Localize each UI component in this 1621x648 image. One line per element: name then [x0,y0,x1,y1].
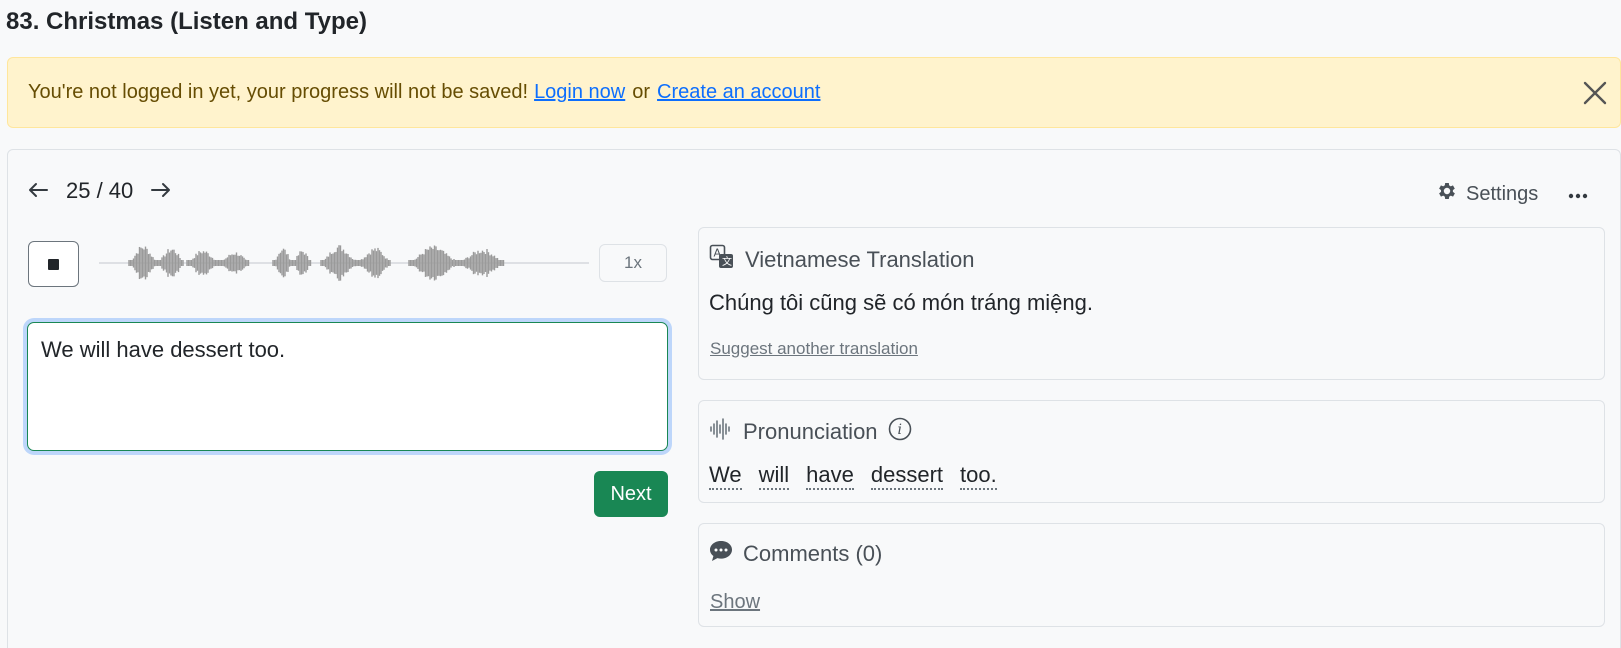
answer-input[interactable]: We will have dessert too. [27,322,668,451]
chat-icon [709,540,733,568]
audio-waveform[interactable] [99,228,589,298]
svg-text:文: 文 [722,255,732,268]
translation-text: Chúng tôi cũng sẽ có món tráng miệng. [709,290,1094,315]
translation-header: A 文 Vietnamese Translation [709,244,975,276]
page-title: 83. Christmas (Listen and Type) [6,8,367,35]
suggest-translation-link[interactable]: Suggest another translation [710,339,918,359]
translation-title: Vietnamese Translation [745,247,975,272]
arrow-left-icon[interactable] [28,178,48,204]
comments-panel: Comments (0) Show [698,523,1605,627]
translate-icon: A 文 [709,244,735,276]
playback-speed-button[interactable]: 1x [599,244,667,282]
info-icon[interactable]: i [888,417,912,447]
comments-header: Comments (0) [709,540,882,568]
exercise-position: 25 / 40 [66,178,134,203]
alert-separator: or [632,81,651,103]
stop-icon [48,258,59,270]
pronunciation-word[interactable]: dessert [870,462,944,490]
soundwave-icon [709,418,733,446]
settings-button[interactable]: Settings [1436,180,1538,208]
pronunciation-title: Pronunciation [743,419,878,444]
settings-label: Settings [1466,182,1539,205]
svg-text:i: i [897,422,901,438]
next-button[interactable]: Next [594,471,668,517]
exercise-navigation: 25 / 40 [28,176,171,206]
pronunciation-word[interactable]: too. [960,462,997,490]
pronunciation-header: Pronunciation i [709,417,912,447]
pronunciation-word[interactable]: We [709,462,742,490]
close-icon[interactable] [1582,80,1608,106]
alert-message: You're not logged in yet, your progress … [28,81,529,103]
arrow-right-icon[interactable] [151,178,171,204]
pronunciation-word[interactable]: will [758,462,790,490]
show-comments-link[interactable]: Show [710,591,760,614]
pronunciation-panel: Pronunciation i We will have dessert too. [698,400,1605,503]
translation-panel: A 文 Vietnamese Translation Chúng tôi cũn… [698,227,1605,380]
stop-button[interactable] [28,241,79,287]
ellipsis-icon[interactable] [1568,180,1588,206]
gear-icon [1436,180,1458,208]
login-warning-alert: You're not logged in yet, your progress … [7,57,1621,128]
comments-title: Comments (0) [743,541,883,566]
create-account-link[interactable]: Create an account [657,81,820,104]
pronunciation-words: We will have dessert too. [709,462,997,490]
login-link[interactable]: Login now [534,81,625,104]
pronunciation-word[interactable]: have [806,462,854,490]
